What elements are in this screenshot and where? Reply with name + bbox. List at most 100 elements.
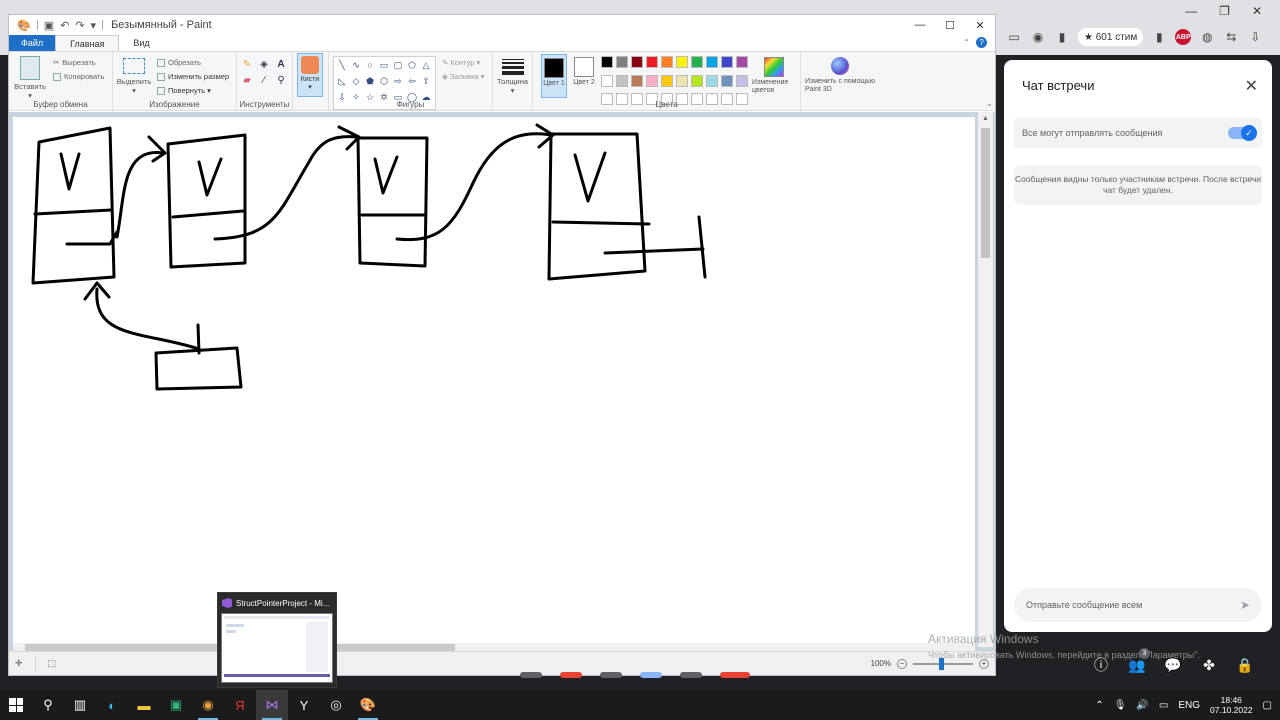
- drawing-canvas[interactable]: [13, 117, 975, 647]
- pencil-icon[interactable]: ✎: [241, 58, 253, 70]
- maximize-button[interactable]: ☐: [935, 15, 965, 35]
- palette-swatch[interactable]: [706, 74, 718, 87]
- send-icon[interactable]: ➤: [1240, 598, 1250, 612]
- yandex-icon[interactable]: Я: [224, 690, 256, 720]
- palette-swatch[interactable]: [691, 74, 703, 87]
- visual-studio-taskbar-icon[interactable]: ⋈: [256, 690, 288, 720]
- fill-button[interactable]: ◈ Заливка ▾: [442, 70, 485, 84]
- chrome-icon[interactable]: ◉: [192, 690, 224, 720]
- scrollbar-thumb[interactable]: [981, 128, 990, 258]
- left-arrow-shape-icon[interactable]: ⇦: [406, 75, 418, 87]
- network-icon[interactable]: ▭: [1159, 700, 1168, 711]
- mute-icon[interactable]: ▮: [1054, 29, 1070, 45]
- palette-swatch[interactable]: [646, 74, 658, 87]
- line-shape-icon[interactable]: ╲: [336, 59, 348, 71]
- up-arrow-shape-icon[interactable]: ⇧: [420, 75, 432, 87]
- undo-icon[interactable]: ↶: [60, 19, 69, 32]
- taskbar-thumbnail-preview[interactable]: StructPointerProject - Mi...: [217, 592, 337, 688]
- minimize-button[interactable]: —: [905, 15, 935, 35]
- rectangle-shape-icon[interactable]: ▭: [378, 59, 390, 71]
- zoom-slider-thumb[interactable]: [939, 657, 944, 670]
- close-button[interactable]: ✕: [965, 15, 995, 35]
- curve-shape-icon[interactable]: ∿: [350, 59, 362, 71]
- eraser-icon[interactable]: ▰: [241, 74, 253, 86]
- chevron-up-icon[interactable]: ⌃: [1095, 700, 1103, 711]
- yandex-browser-icon[interactable]: Y: [288, 690, 320, 720]
- palette-swatch[interactable]: [631, 74, 643, 87]
- store-icon[interactable]: ▣: [160, 690, 192, 720]
- bookmark-icon[interactable]: ▮: [1151, 29, 1167, 45]
- activities-icon[interactable]: ✤: [1198, 654, 1220, 676]
- browser-minimize-icon[interactable]: —: [1185, 4, 1197, 18]
- file-explorer-icon[interactable]: ▬: [128, 690, 160, 720]
- paint3d-button[interactable]: Изменить с помощью Paint 3D: [805, 54, 875, 94]
- close-icon[interactable]: ✕: [1245, 76, 1258, 96]
- palette-swatch[interactable]: [616, 74, 628, 87]
- rotate-button[interactable]: Повернуть ▾: [157, 84, 229, 98]
- ribbon-expand-icon[interactable]: ⌄: [986, 99, 993, 108]
- language-indicator[interactable]: ENG: [1178, 700, 1200, 711]
- pentagon-shape-icon[interactable]: ⬟: [364, 75, 376, 87]
- save-icon[interactable]: ▣: [44, 19, 54, 32]
- scroll-up-icon[interactable]: ▲: [978, 112, 993, 124]
- diamond-shape-icon[interactable]: ◇: [350, 75, 362, 87]
- collapse-ribbon-icon[interactable]: ⌃: [963, 38, 970, 47]
- help-icon[interactable]: ?: [976, 37, 987, 48]
- tab-view[interactable]: Вид: [119, 35, 163, 51]
- palette-swatch[interactable]: [661, 74, 673, 87]
- browser-restore-icon[interactable]: ❐: [1219, 4, 1230, 18]
- palette-swatch[interactable]: [676, 56, 688, 68]
- edge-icon[interactable]: ◐: [96, 690, 128, 720]
- chat-permission-toggle[interactable]: ✓: [1228, 125, 1257, 141]
- download-icon[interactable]: ⇩: [1247, 29, 1263, 45]
- palette-swatch[interactable]: [691, 56, 703, 68]
- resize-button[interactable]: Изменить размер: [157, 70, 229, 84]
- color-picker-icon[interactable]: ⁄: [258, 74, 270, 86]
- color1-button[interactable]: Цвет 1: [541, 54, 567, 98]
- palette-swatch[interactable]: [676, 74, 688, 87]
- palette-swatch[interactable]: [661, 56, 673, 68]
- translate-icon[interactable]: ⇆: [1223, 29, 1239, 45]
- magnifier-icon[interactable]: ⚲: [275, 74, 287, 86]
- cast-icon[interactable]: ▭: [1006, 29, 1022, 45]
- chat-message-input[interactable]: Отправьте сообщение всем ➤: [1014, 588, 1262, 622]
- browser-close-icon[interactable]: ✕: [1252, 4, 1262, 18]
- paint-taskbar-icon[interactable]: 🎨: [352, 690, 384, 720]
- right-arrow-shape-icon[interactable]: ⇨: [392, 75, 404, 87]
- notifications-icon[interactable]: ▢: [1263, 700, 1272, 711]
- tab-home[interactable]: Главная: [55, 35, 120, 51]
- chat-icon[interactable]: 💬: [1162, 654, 1184, 676]
- obs-icon[interactable]: ◎: [320, 690, 352, 720]
- cut-button[interactable]: ✂ Вырезать: [53, 56, 104, 70]
- oval-shape-icon[interactable]: ○: [364, 59, 376, 71]
- camera-icon[interactable]: ◉: [1030, 29, 1046, 45]
- crop-button[interactable]: Обрезать: [157, 56, 229, 70]
- copy-button[interactable]: Копировать: [53, 70, 104, 84]
- thickness-button[interactable]: Толщина ▾: [497, 57, 528, 95]
- palette-swatch[interactable]: [646, 56, 658, 68]
- palette-swatch[interactable]: [601, 56, 613, 68]
- brushes-button[interactable]: Кисти ▾: [297, 53, 323, 97]
- task-view-icon[interactable]: ▥: [64, 690, 96, 720]
- extension-icon[interactable]: ◍: [1199, 29, 1215, 45]
- volume-icon[interactable]: 🔊: [1136, 700, 1148, 711]
- triangle-shape-icon[interactable]: △: [420, 59, 432, 71]
- fill-bucket-icon[interactable]: ◈: [258, 58, 270, 70]
- host-controls-icon[interactable]: 🔒: [1234, 654, 1256, 676]
- text-tool-icon[interactable]: A: [275, 58, 287, 70]
- rounded-rect-shape-icon[interactable]: ▢: [392, 59, 404, 71]
- tab-file[interactable]: Файл: [9, 35, 56, 51]
- palette-swatch[interactable]: [706, 56, 718, 68]
- info-icon[interactable]: ⓘ: [1090, 654, 1112, 676]
- vertical-scrollbar[interactable]: ▲: [978, 112, 993, 647]
- zoom-slider[interactable]: [913, 657, 973, 670]
- zoom-out-button[interactable]: −: [897, 658, 907, 669]
- palette-swatch[interactable]: [721, 74, 733, 87]
- search-icon[interactable]: ⚲: [32, 690, 64, 720]
- zoom-in-button[interactable]: +: [979, 658, 989, 669]
- adblock-icon[interactable]: ABP: [1175, 29, 1192, 45]
- palette-swatch[interactable]: [601, 74, 613, 87]
- redo-icon[interactable]: ↷: [75, 19, 84, 32]
- clock[interactable]: 18:46 07.10.2022: [1210, 695, 1253, 715]
- customize-qa-icon[interactable]: ▾: [91, 19, 97, 32]
